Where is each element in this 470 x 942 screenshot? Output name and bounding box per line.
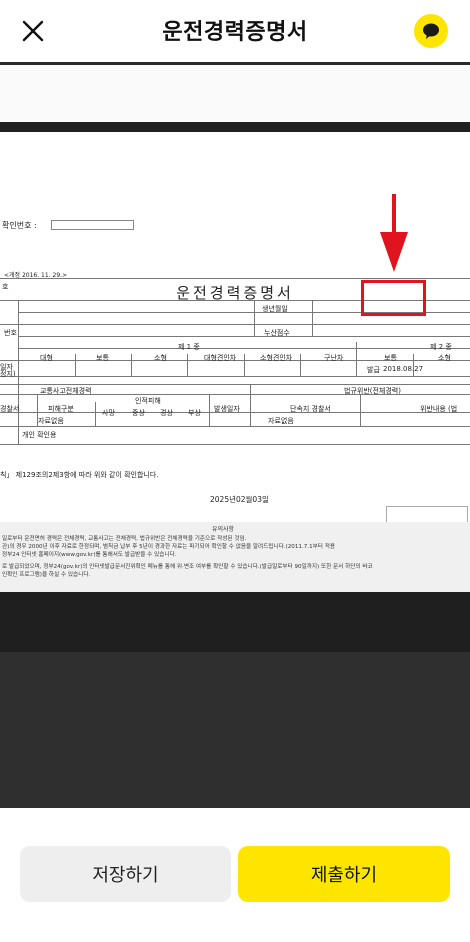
- col-regular: 보통: [96, 354, 109, 362]
- issue-date: 2018.08.27: [383, 365, 424, 373]
- casualty-injury: 부상: [188, 409, 201, 417]
- violation-no-record: 자료없음: [268, 417, 294, 425]
- personal-confirm-label: 개인 확인용: [22, 431, 57, 439]
- class1-label: 제 1 종: [178, 343, 200, 351]
- document-date: 2025년02월03일: [210, 495, 269, 504]
- bottom-action-bar: 저장하기 제출하기: [0, 808, 470, 942]
- document-top-band: [0, 62, 470, 122]
- enforcement-police-label: 단속지 경찰서: [290, 405, 331, 413]
- app-header: 운전경력증명서: [0, 0, 470, 62]
- certificate-document: 확인번호 : <개정 2016. 11. 29.> 호 운전경력증명서 생년월일…: [0, 132, 470, 532]
- col-large: 대형: [40, 354, 53, 362]
- police-station-label: 경찰서: [0, 405, 20, 413]
- col-small-tow: 소형견인차: [260, 354, 293, 362]
- confirm-number-box: [51, 220, 134, 230]
- document-bottom-area: [0, 592, 470, 808]
- chat-button[interactable]: [414, 14, 448, 48]
- violation-content-label: 위반내용 (법: [420, 405, 458, 413]
- legal-statement: 칙」 제129조의2제3항에 따라 위와 같이 확인합니다.: [0, 471, 159, 479]
- save-button[interactable]: 저장하기: [20, 846, 231, 902]
- casualty-label: 인적피해: [135, 397, 161, 405]
- confirm-number-label: 확인번호 :: [2, 221, 37, 230]
- chat-bubble-icon: [423, 23, 439, 39]
- damage-type-label: 피해구분: [48, 405, 74, 413]
- note-line: 로 발급되었으며, 정부24(gov.kr)의 인터넷발급문서진위확인 메뉴를 …: [2, 564, 373, 570]
- casualty-serious: 중상: [132, 409, 145, 417]
- license-number-label: 번호: [4, 329, 17, 337]
- note-line: 정부24 인터넷 홈페이지(www.gov.kr)를 통해서도 발급받을 수 있…: [2, 552, 177, 558]
- pointer-arrow-icon: [380, 232, 408, 272]
- occurrence-date-label: 발생일자: [214, 405, 240, 413]
- violation-history-header: 법규위반(전체경력): [344, 387, 401, 395]
- notes-section: 유의사항 일로부터 운전면허 경력은 전체경력, 교통사고는 전체경력, 법규위…: [0, 522, 470, 592]
- issue-date-highlight: [361, 280, 426, 316]
- issue-label: 발급: [367, 366, 380, 374]
- note-line: 인확인 프로그램)을 하실 수 있습니다.: [2, 572, 91, 578]
- col-wrecker: 구난차: [324, 354, 344, 362]
- casualty-minor: 경상: [160, 409, 173, 417]
- casualty-death: 사망: [102, 409, 115, 417]
- col-class2-regular: 보통: [384, 354, 397, 362]
- birth-label: 생년월일: [262, 305, 288, 313]
- col-large-tow: 대형견인차: [204, 354, 237, 362]
- notes-title: 유의사항: [212, 526, 235, 533]
- note-line: 관)의 경우 2000년 이후 자료로 한정되며, 범칙금 납부 후 5년이 경…: [2, 544, 336, 550]
- page-title: 운전경력증명서: [162, 20, 308, 45]
- document-viewer[interactable]: 확인번호 : <개정 2016. 11. 29.> 호 운전경력증명서 생년월일…: [0, 62, 470, 808]
- class2-label: 제 2 종: [430, 343, 452, 351]
- submit-button[interactable]: 제출하기: [238, 846, 450, 902]
- pointer-arrow-shaft: [392, 194, 396, 234]
- col-small: 소형: [154, 354, 167, 362]
- accident-history-header: 교통사고전체경력: [40, 387, 92, 395]
- stub-suspension: 정지): [0, 370, 16, 378]
- note-line: 일로부터 운전면허 경력은 전체경력, 교통사고는 전체경력, 법규위반은 전체…: [2, 536, 247, 542]
- points-label: 누산점수: [264, 329, 290, 337]
- accident-no-record: 자료없음: [38, 417, 64, 425]
- col-class2-small: 소형: [438, 354, 451, 362]
